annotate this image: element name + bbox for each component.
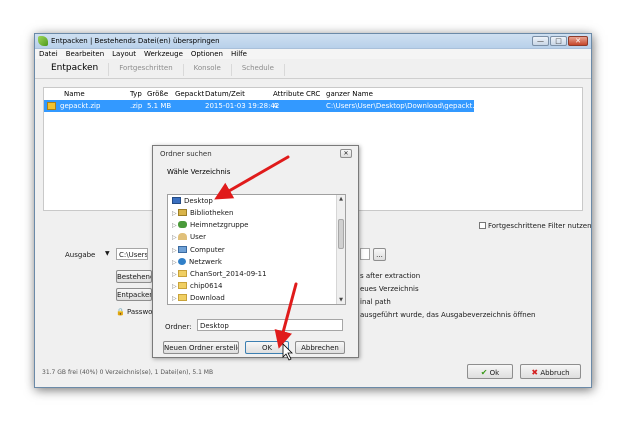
option-after-extraction[interactable]: s after extraction xyxy=(360,272,420,280)
col-attributes[interactable]: Attribute xyxy=(273,90,304,98)
menu-optionen[interactable]: Optionen xyxy=(187,49,227,59)
tree-item-user[interactable]: ▷ User xyxy=(172,233,206,244)
tab-bar: Entpacken Fortgeschritten Konsole Schedu… xyxy=(35,61,591,79)
lock-icon: 🔒 xyxy=(116,308,125,316)
cancel-x-icon: ✖ xyxy=(531,368,539,377)
file-name: gepackt.zip xyxy=(60,102,101,110)
homegroup-icon xyxy=(178,221,187,228)
dialog-subtitle: Wähle Verzeichnis xyxy=(167,168,231,176)
browse-folder-dialog: Ordner suchen ✕ Wähle Verzeichnis Deskto… xyxy=(152,145,359,358)
col-size[interactable]: Größe xyxy=(147,90,168,98)
scroll-thumb[interactable] xyxy=(338,219,344,249)
app-leaf-icon xyxy=(38,36,48,46)
advanced-filter-label: Fortgeschrittene Filter nutzen xyxy=(488,222,592,230)
menu-hilfe[interactable]: Hilfe xyxy=(227,49,251,59)
table-row[interactable]: gepackt.zip .zip 5.1 MB 2015-01-03 19:28… xyxy=(44,100,485,112)
folder-icon xyxy=(178,294,187,301)
status-bar: 31.7 GB frei (40%) 0 Verzeichnis(se), 1 … xyxy=(42,369,214,376)
tab-konsole[interactable]: Konsole xyxy=(184,64,232,76)
window-title: Entpacken | Bestehends Datei(en) überspr… xyxy=(51,37,220,45)
tree-item-netzwerk[interactable]: ▷ Netzwerk xyxy=(172,258,222,269)
file-type: .zip xyxy=(130,102,143,110)
output-path-field-end[interactable] xyxy=(360,248,370,260)
cancel-button-label: Abbruch xyxy=(540,369,570,377)
file-fullname: C:\Users\User\Desktop\Download\gepackt.z… xyxy=(326,102,485,110)
tree-scrollbar[interactable]: ▲ ▼ xyxy=(336,195,345,304)
check-icon: ✔ xyxy=(480,368,488,377)
dialog-title: Ordner suchen xyxy=(160,150,212,158)
tree-label: Desktop xyxy=(184,197,213,205)
network-icon xyxy=(178,258,186,265)
password-row[interactable]: 🔒 Passwor xyxy=(116,308,155,316)
zip-file-icon xyxy=(47,102,56,110)
output-path-field[interactable]: C:\Users\U xyxy=(116,248,148,260)
col-type[interactable]: Typ xyxy=(130,90,142,98)
folder-tree[interactable]: Desktop ▷ Bibliotheken ▷ Heimnetzgruppe ▷ U… xyxy=(167,194,346,305)
tree-label: ChanSort_2014-09-11 xyxy=(190,270,267,278)
tree-label: User xyxy=(190,233,206,241)
col-date[interactable]: Datum/Zeit xyxy=(205,90,245,98)
menu-bar: Datei Bearbeiten Layout Werkzeuge Option… xyxy=(35,49,591,59)
tree-label: Netzwerk xyxy=(189,258,222,266)
existing-files-button[interactable]: Bestehend xyxy=(116,270,152,283)
desktop-icon xyxy=(172,197,181,204)
tab-schedule[interactable]: Schedule xyxy=(232,64,285,76)
ok-button[interactable]: ✔ Ok xyxy=(467,364,513,379)
tree-item-bibliotheken[interactable]: ▷ Bibliotheken xyxy=(172,209,233,220)
option-original-path[interactable]: inal path xyxy=(360,298,391,306)
file-attr: A xyxy=(273,102,278,110)
folder-icon xyxy=(178,270,187,277)
tree-label: Download xyxy=(190,294,225,302)
col-packed[interactable]: Gepackt xyxy=(175,90,204,98)
new-folder-button[interactable]: Neuen Ordner erstellen xyxy=(163,341,239,354)
folder-label: Ordner: xyxy=(165,323,192,331)
cancel-button[interactable]: ✖ Abbruch xyxy=(520,364,581,379)
tree-label: Bibliotheken xyxy=(190,209,234,217)
dialog-close-button[interactable]: ✕ xyxy=(340,149,352,158)
tree-item-desktop[interactable]: Desktop xyxy=(172,197,213,208)
tree-label: Heimnetzgruppe xyxy=(190,221,249,229)
col-crc[interactable]: CRC xyxy=(306,90,320,98)
close-button[interactable]: ✕ xyxy=(568,36,588,46)
col-fullname[interactable]: ganzer Name xyxy=(326,90,373,98)
dialog-ok-button[interactable]: OK xyxy=(245,341,289,354)
tree-label: chip0614 xyxy=(190,282,223,290)
user-icon xyxy=(178,233,187,240)
tab-fortgeschritten[interactable]: Fortgeschritten xyxy=(109,64,184,76)
tree-item-heimnetzgruppe[interactable]: ▷ Heimnetzgruppe xyxy=(172,221,248,232)
output-dropdown-arrow-icon[interactable]: ▼ xyxy=(105,250,110,257)
col-name[interactable]: Name xyxy=(64,90,85,98)
menu-datei[interactable]: Datei xyxy=(35,49,62,59)
library-icon xyxy=(178,209,187,216)
option-new-directory[interactable]: eues Verzeichnis xyxy=(360,285,419,293)
extract-mode-button[interactable]: Entpacken xyxy=(116,288,152,301)
scroll-up-icon[interactable]: ▲ xyxy=(337,195,345,203)
folder-icon xyxy=(178,282,187,289)
menu-bearbeiten[interactable]: Bearbeiten xyxy=(62,49,108,59)
tree-item-download[interactable]: ▷ Download xyxy=(172,294,225,304)
title-bar[interactable]: Entpacken | Bestehends Datei(en) überspr… xyxy=(35,34,591,49)
column-headers: Name Typ Größe Gepackt Datum/Zeit Attrib… xyxy=(44,88,582,99)
browse-button[interactable]: ... xyxy=(373,248,386,261)
tree-label: Computer xyxy=(190,246,225,254)
checkbox-box[interactable] xyxy=(479,222,486,229)
scroll-down-icon[interactable]: ▼ xyxy=(337,296,345,304)
folder-input[interactable]: Desktop xyxy=(197,319,343,331)
tree-item-chansort[interactable]: ▷ ChanSort_2014-09-11 xyxy=(172,270,267,281)
output-label: Ausgabe xyxy=(65,251,96,259)
dialog-cancel-button[interactable]: Abbrechen xyxy=(295,341,345,354)
menu-layout[interactable]: Layout xyxy=(108,49,140,59)
file-size: 5.1 MB xyxy=(147,102,172,110)
maximize-button[interactable]: □ xyxy=(550,36,567,46)
minimize-button[interactable]: — xyxy=(532,36,549,46)
advanced-filter-checkbox[interactable]: Fortgeschrittene Filter nutzen xyxy=(479,222,592,230)
file-date: 2015-01-03 19:28:42 xyxy=(205,102,280,110)
ok-button-label: Ok xyxy=(489,369,500,377)
computer-icon xyxy=(178,246,187,253)
tree-item-chip0614[interactable]: ▷ chip0614 xyxy=(172,282,223,293)
tab-entpacken[interactable]: Entpacken xyxy=(41,63,110,76)
option-open-output-directory[interactable]: ausgeführt wurde, das Ausgabeverzeichnis… xyxy=(360,311,535,319)
tree-item-computer[interactable]: ▷ Computer xyxy=(172,246,225,257)
menu-werkzeuge[interactable]: Werkzeuge xyxy=(140,49,187,59)
